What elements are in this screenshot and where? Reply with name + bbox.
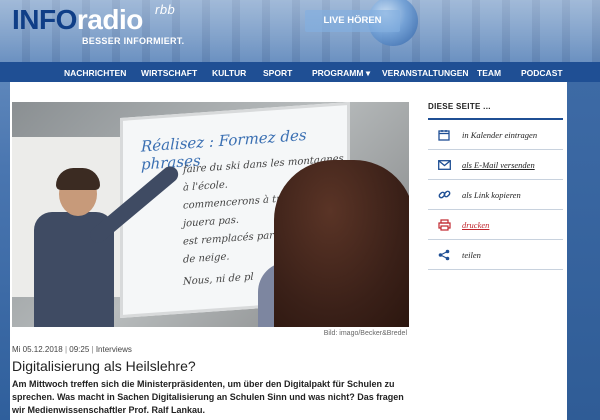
action-print[interactable]: drucken bbox=[428, 210, 563, 240]
board-text: à l'école. bbox=[183, 179, 228, 194]
action-label: drucken bbox=[462, 219, 490, 230]
action-send-email[interactable]: als E-Mail versenden bbox=[428, 150, 563, 180]
action-label: teilen bbox=[462, 249, 481, 260]
background-side-strip bbox=[567, 82, 600, 420]
nav-item-kultur[interactable]: KULTUR bbox=[212, 68, 246, 78]
rbb-logo: rbb bbox=[155, 2, 176, 17]
article-hero-image[interactable]: Réalisez : Formez des phrases faire du s… bbox=[12, 102, 409, 327]
logo-info-text: INFO bbox=[12, 4, 77, 35]
link-icon bbox=[436, 187, 452, 203]
nav-item-podcast[interactable]: PODCAST bbox=[521, 68, 563, 78]
article-headline: Digitalisierung als Heilslehre? bbox=[12, 358, 196, 374]
action-add-calendar[interactable]: in Kalender eintragen bbox=[428, 120, 563, 150]
action-share[interactable]: teilen bbox=[428, 240, 563, 270]
nav-item-nachrichten[interactable]: NACHRICHTEN bbox=[64, 68, 126, 78]
article-category[interactable]: Interviews bbox=[96, 345, 132, 354]
action-label: als Link kopieren bbox=[462, 189, 521, 200]
nav-item-programm[interactable]: PROGRAMM ▾ bbox=[312, 68, 370, 79]
sidebar-title: DIESE SEITE ... bbox=[428, 102, 563, 120]
article-meta: Mi 05.12.2018 | 09:25 | Interviews bbox=[12, 345, 132, 354]
page-actions-sidebar: DIESE SEITE ... in Kalender eintragen al… bbox=[428, 102, 563, 270]
action-label: als E-Mail versenden bbox=[462, 159, 535, 170]
print-icon bbox=[436, 217, 452, 233]
nav-item-team[interactable]: TEAM bbox=[477, 68, 501, 78]
live-listen-button[interactable]: LIVE HÖREN bbox=[305, 10, 400, 32]
nav-item-veranstaltungen[interactable]: VERANSTALTUNGEN bbox=[382, 68, 469, 78]
image-caption: Bild: imago/Becker&Bredel bbox=[323, 330, 407, 337]
student-boy bbox=[34, 163, 182, 327]
board-text: Nous, ni de pl bbox=[183, 271, 254, 288]
article-date: Mi 05.12.2018 bbox=[12, 345, 63, 354]
site-logo[interactable]: INFOradio bbox=[12, 4, 143, 36]
article-time: 09:25 bbox=[69, 345, 90, 354]
site-tagline: BESSER INFORMIERT. bbox=[82, 36, 185, 46]
action-label: in Kalender eintragen bbox=[462, 129, 538, 140]
main-content: Réalisez : Formez des phrases faire du s… bbox=[10, 82, 567, 420]
mail-icon bbox=[436, 157, 452, 173]
student-girl-hair bbox=[274, 160, 409, 327]
share-icon bbox=[436, 247, 452, 263]
action-copy-link[interactable]: als Link kopieren bbox=[428, 180, 563, 210]
nav-item-sport[interactable]: SPORT bbox=[263, 68, 292, 78]
board-text: jouera pas. bbox=[183, 214, 240, 230]
article-teaser: Am Mittwoch treffen sich die Ministerprä… bbox=[12, 379, 404, 415]
logo-radio-text: radio bbox=[76, 4, 143, 35]
nav-item-wirtschaft[interactable]: WIRTSCHAFT bbox=[141, 68, 197, 78]
board-text: de neige. bbox=[183, 251, 230, 266]
calendar-icon bbox=[436, 127, 452, 143]
main-navigation: NACHRICHTEN WIRTSCHAFT KULTUR SPORT PROG… bbox=[0, 62, 600, 82]
site-header: INFOradio rbb BESSER INFORMIERT. LIVE HÖ… bbox=[0, 0, 600, 62]
